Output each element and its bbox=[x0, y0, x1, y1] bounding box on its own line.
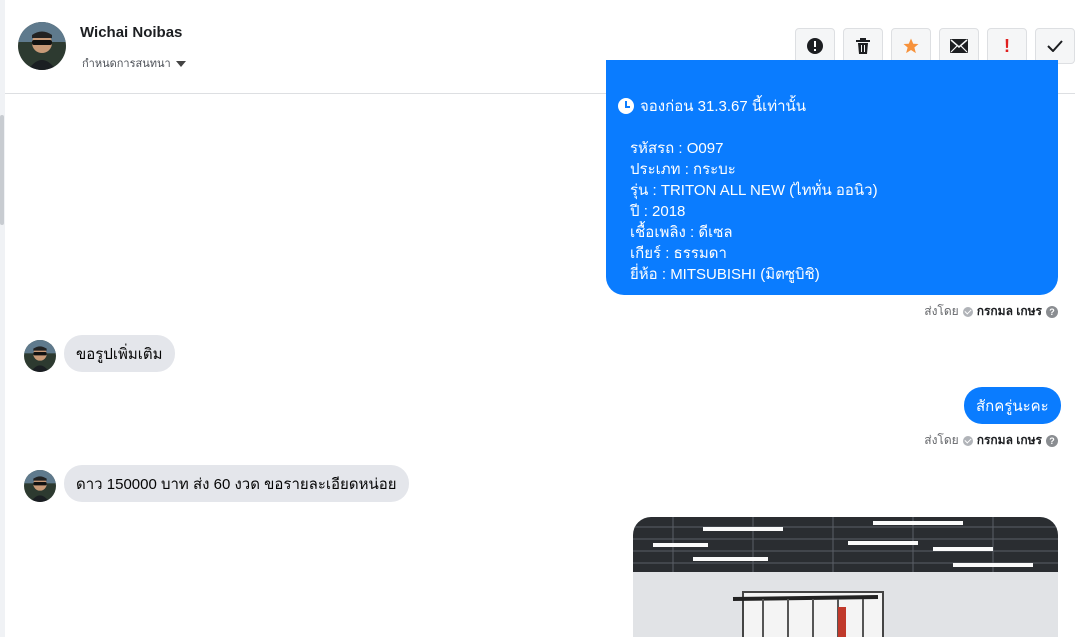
envelope-icon bbox=[950, 39, 968, 53]
trash-icon bbox=[856, 38, 870, 54]
outgoing-card-message[interactable]: จองก่อน 31.3.67 นี้เท่านั้น รหัสรถ : O09… bbox=[606, 60, 1058, 295]
help-icon[interactable]: ? bbox=[1046, 305, 1058, 318]
card-line: ปี : 2018 bbox=[630, 203, 686, 220]
card-line: รุ่น : TRITON ALL NEW (ไททั่น ออนิว) bbox=[630, 182, 878, 199]
card-line: ยี่ห้อ : MITSUBISHI (มิตซูบิชิ) bbox=[630, 266, 820, 283]
check-circle-icon bbox=[962, 435, 973, 446]
help-icon[interactable]: ? bbox=[1046, 434, 1058, 447]
avatar[interactable] bbox=[24, 340, 56, 372]
sent-by-info: ส่งโดย กรกมล เกษร ? bbox=[924, 302, 1058, 321]
check-circle-icon bbox=[962, 306, 973, 317]
check-icon bbox=[1047, 40, 1063, 52]
card-details: รหัสรถ : O097 ประเภท : กระบะ รุ่น : TRIT… bbox=[630, 138, 878, 285]
card-line: เชื้อเพลิง : ดีเซล bbox=[630, 224, 733, 241]
card-headline: จองก่อน 31.3.67 นี้เท่านั้น bbox=[640, 98, 807, 115]
star-icon bbox=[903, 38, 919, 54]
sent-by-prefix: ส่งโดย bbox=[924, 433, 959, 447]
priority-button[interactable]: ! bbox=[987, 28, 1027, 64]
outgoing-message[interactable]: สักครู่นะคะ bbox=[964, 387, 1061, 424]
card-line: เกียร์ : ธรรมดา bbox=[630, 245, 727, 262]
report-button[interactable] bbox=[795, 28, 835, 64]
toolbar: ! bbox=[795, 28, 1075, 64]
star-button[interactable] bbox=[891, 28, 931, 64]
left-rail bbox=[0, 0, 5, 637]
alert-circle-icon bbox=[807, 38, 823, 54]
assign-label: กำหนดการสนทนา bbox=[82, 57, 171, 70]
card-line: ประเภท : กระบะ bbox=[630, 161, 736, 178]
outgoing-photo[interactable] bbox=[633, 517, 1058, 637]
delete-button[interactable] bbox=[843, 28, 883, 64]
card-line: รหัสรถ : O097 bbox=[630, 140, 724, 157]
mark-done-button[interactable] bbox=[1035, 28, 1075, 64]
mark-unread-button[interactable] bbox=[939, 28, 979, 64]
sender-name[interactable]: กรกมล เกษร bbox=[977, 431, 1042, 450]
incoming-message[interactable]: ดาว 150000 บาท ส่ง 60 งวด ขอรายละเอียดหน… bbox=[64, 465, 409, 502]
scrollbar[interactable] bbox=[0, 115, 4, 225]
sent-by-info: ส่งโดย กรกมล เกษร ? bbox=[924, 431, 1058, 450]
clock-icon bbox=[618, 98, 634, 114]
assign-conversation-dropdown[interactable]: กำหนดการสนทนา bbox=[82, 54, 186, 72]
avatar[interactable] bbox=[18, 22, 66, 70]
exclamation-icon: ! bbox=[1004, 35, 1010, 56]
sent-by-prefix: ส่งโดย bbox=[924, 304, 959, 318]
sender-name[interactable]: กรกมล เกษร bbox=[977, 302, 1042, 321]
incoming-message[interactable]: ขอรูปเพิ่มเติม bbox=[64, 335, 175, 372]
caret-down-icon bbox=[175, 60, 186, 67]
avatar[interactable] bbox=[24, 470, 56, 502]
contact-name: Wichai Noibas bbox=[80, 24, 183, 41]
